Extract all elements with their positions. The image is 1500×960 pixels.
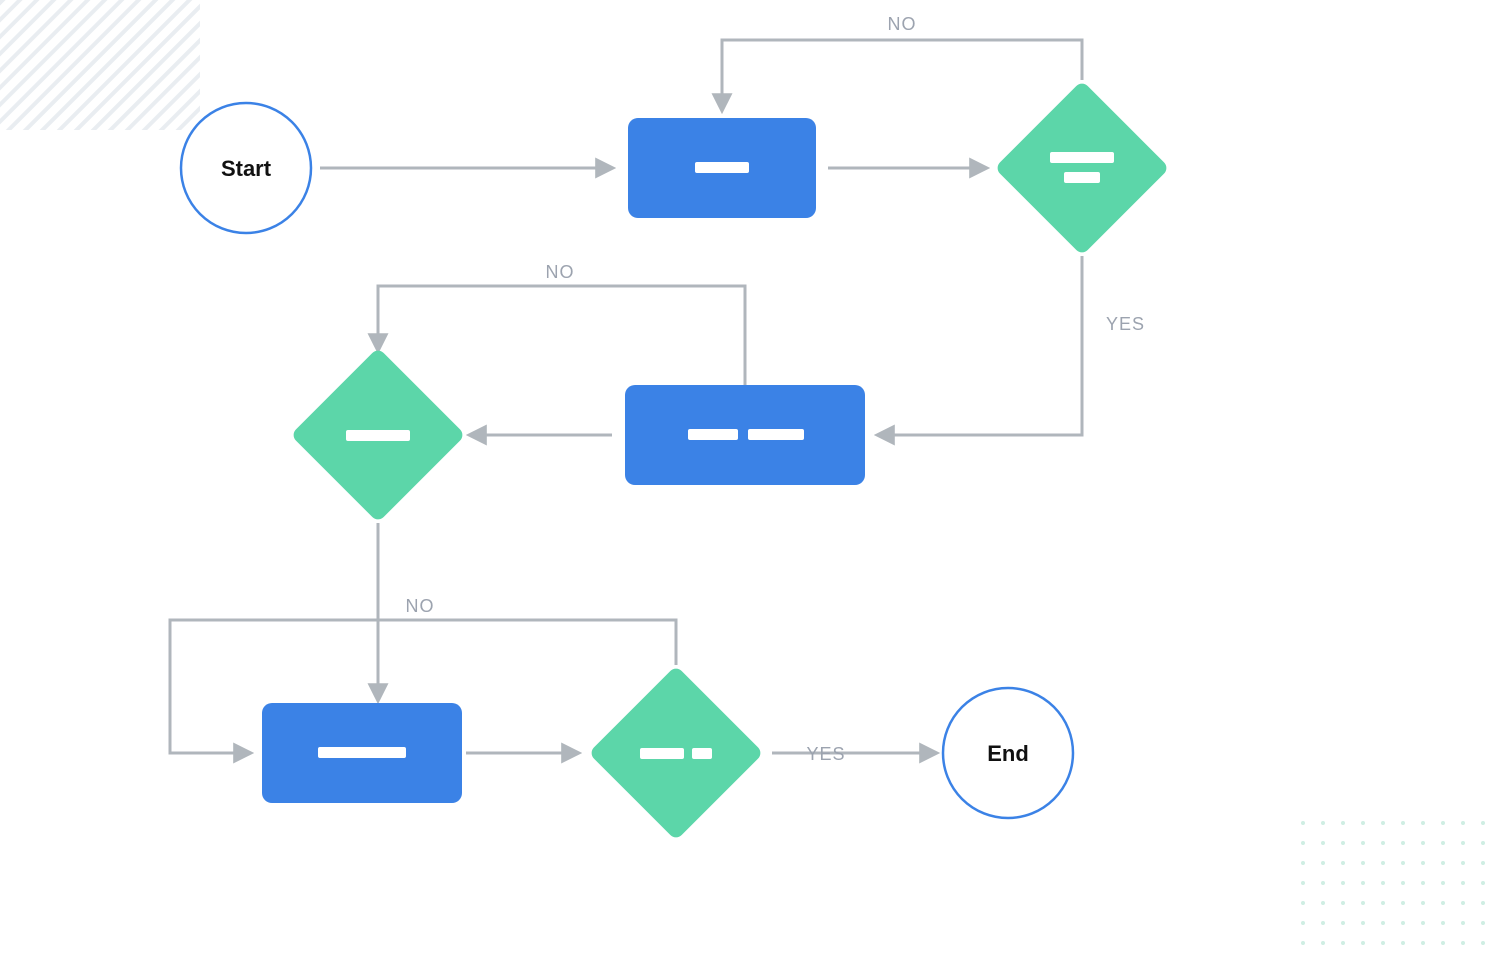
edge-d1-no-label: NO [888, 14, 917, 34]
node-p2 [625, 385, 865, 485]
node-end: End [943, 688, 1073, 818]
node-p3 [262, 703, 462, 803]
node-d3 [588, 665, 763, 840]
node-d2 [290, 347, 465, 522]
edge-d3-yes-label: YES [806, 744, 845, 764]
edge-d1-yes [878, 256, 1082, 435]
decor-stripes [0, 0, 200, 130]
edge-d2-no-label: NO [546, 262, 575, 282]
node-d1 [994, 80, 1169, 255]
node-start: Start [181, 103, 311, 233]
edge-d1-yes-label: YES [1106, 314, 1145, 334]
decor-dots [1290, 810, 1500, 960]
edge-d3-no-label: NO [406, 596, 435, 616]
node-end-label: End [987, 741, 1029, 766]
node-start-label: Start [221, 156, 272, 181]
flowchart-canvas: NO YES NO NO YES Start [0, 0, 1500, 960]
node-p1 [628, 118, 816, 218]
edge-d2-no [378, 286, 745, 386]
edge-d1-no [722, 40, 1082, 110]
